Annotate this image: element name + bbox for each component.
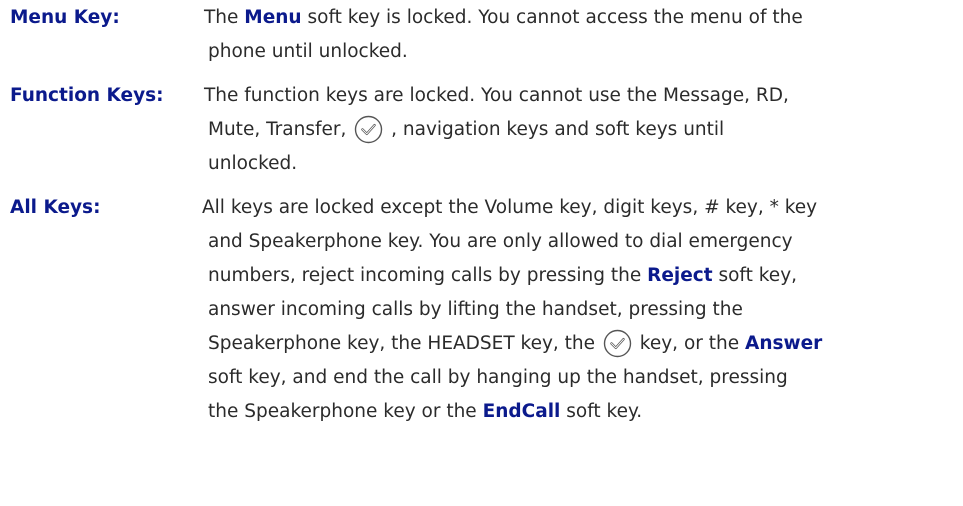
description-line: the Speakerphone key or the EndCall soft… [208,401,643,422]
description-line: and Speakerphone key. You are only allow… [208,231,793,252]
description-line: The Menu soft key is locked. You cannot … [204,7,803,28]
reject-softkey-name: Reject [647,265,713,286]
function-keys-description: The function keys are locked. You cannot… [204,79,789,181]
menu-softkey-name: Menu [244,7,302,28]
ok-key-icon [603,329,632,358]
description-line: phone until unlocked. [208,41,408,62]
menu-key-term: Menu Key: [10,7,120,28]
all-keys-description: All keys are locked except the Volume ke… [202,191,822,429]
ok-key-icon [354,115,383,144]
description-line: Speakerphone key, the HEADSET key, the k… [208,327,822,361]
all-keys-term: All Keys: [10,197,101,218]
answer-softkey-name: Answer [745,333,823,354]
description-line: answer incoming calls by lifting the han… [208,299,743,320]
description-line: All keys are locked except the Volume ke… [202,197,818,218]
function-keys-term: Function Keys: [10,85,164,106]
endcall-softkey-name: EndCall [482,401,561,422]
description-line: unlocked. [208,153,298,174]
menu-key-description: The Menu soft key is locked. You cannot … [204,1,803,69]
description-line: numbers, reject incoming calls by pressi… [208,265,798,286]
description-line: The function keys are locked. You cannot… [204,85,789,106]
description-line: Mute, Transfer, , navigation keys and so… [208,113,789,147]
description-line: soft key, and end the call by hanging up… [208,367,788,388]
